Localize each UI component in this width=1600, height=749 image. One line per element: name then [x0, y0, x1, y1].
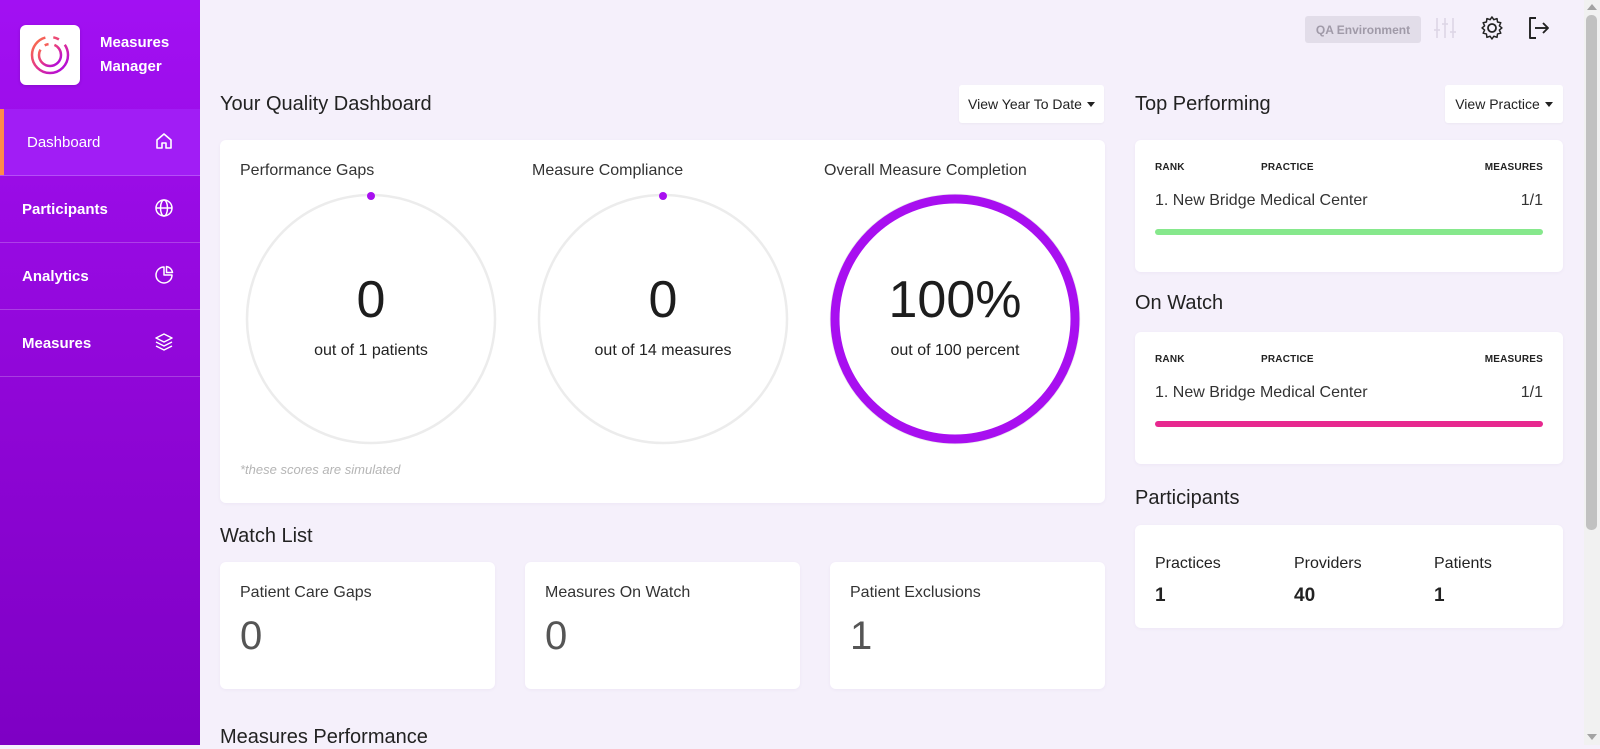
participants-card: Practices 1 Providers 40 Patients 1 [1135, 525, 1563, 628]
scroll-up-icon[interactable] [1587, 4, 1597, 10]
quality-gauges-card: Performance Gaps 0 out of 1 patients Mea… [220, 140, 1105, 503]
stat-providers: Providers 40 [1294, 555, 1362, 607]
dashboard-title: Your Quality Dashboard [220, 93, 432, 115]
sidebar-item-label: Analytics [22, 267, 89, 285]
gauge-start-dot [367, 192, 375, 200]
globe-icon [155, 199, 173, 217]
practice-name[interactable]: 1. New Bridge Medical Center [1155, 192, 1368, 210]
view-practice-dropdown[interactable]: View Practice [1445, 85, 1563, 123]
top-performing-title: Top Performing [1135, 93, 1271, 115]
column-header-measures: MEASURES [1484, 162, 1543, 173]
simulated-note: *these scores are simulated [240, 462, 401, 477]
app-title: Measures Manager [100, 31, 195, 79]
caret-down-icon [1086, 101, 1095, 107]
overall-completion-gauge: 100% out of 100 percent [828, 192, 1082, 446]
gauge-subtitle: out of 14 measures [594, 342, 732, 359]
gear-icon[interactable] [1479, 15, 1505, 41]
gauge-value: 0 [356, 271, 386, 329]
gauge-title: Measure Compliance [532, 162, 684, 179]
measures-on-watch-card[interactable]: Measures On Watch 0 [525, 562, 800, 689]
caret-down-icon [1544, 101, 1553, 107]
column-header-practice: PRACTICE [1261, 162, 1314, 173]
column-header-practice: PRACTICE [1261, 354, 1314, 365]
watch-list-title: Watch List [220, 525, 313, 547]
scrollbar-thumb[interactable] [1586, 15, 1597, 530]
top-performing-card: RANK PRACTICE MEASURES 1. New Bridge Med… [1135, 140, 1563, 272]
view-range-label: View Year To Date [968, 96, 1082, 112]
view-practice-label: View Practice [1455, 96, 1540, 112]
gauge-subtitle: out of 100 percent [890, 342, 1020, 359]
watch-card-label: Patient Care Gaps [240, 584, 372, 601]
sidebar-item-participants[interactable]: Participants [0, 176, 200, 243]
sidebar-item-measures[interactable]: Measures [0, 310, 200, 377]
gauge-subtitle: out of 1 patients [314, 342, 428, 359]
watch-card-label: Patient Exclusions [850, 584, 981, 601]
stat-value: 1 [1434, 585, 1445, 606]
home-icon [156, 133, 172, 149]
practice-name[interactable]: 1. New Bridge Medical Center [1155, 384, 1368, 402]
stat-label: Practices [1155, 555, 1221, 572]
logo-icon [30, 35, 70, 75]
performance-bar [1155, 229, 1543, 235]
patient-exclusions-card[interactable]: Patient Exclusions 1 [830, 562, 1105, 689]
measures-performance-title: Measures Performance [220, 726, 428, 748]
measure-compliance-gauge: 0 out of 14 measures [536, 192, 790, 446]
gauge-value: 100% [888, 271, 1022, 329]
watch-card-value: 0 [240, 614, 263, 658]
app-title-line2: Manager [100, 58, 162, 75]
layers-icon [155, 333, 173, 351]
watch-card-value: 0 [545, 614, 568, 658]
gauge-value: 0 [648, 271, 678, 329]
performance-gaps-gauge: 0 out of 1 patients [244, 192, 498, 446]
watch-card-label: Measures On Watch [545, 584, 691, 601]
watch-bar [1155, 421, 1543, 427]
sidebar-item-dashboard[interactable]: Dashboard [0, 109, 200, 176]
measures-ratio: 1/1 [1520, 384, 1543, 401]
watch-card-value: 1 [850, 614, 873, 658]
on-watch-card: RANK PRACTICE MEASURES 1. New Bridge Med… [1135, 332, 1563, 464]
view-range-dropdown[interactable]: View Year To Date [959, 85, 1104, 123]
stat-value: 40 [1294, 585, 1316, 606]
gauge-title: Performance Gaps [240, 162, 375, 179]
sidebar: Measures Manager Dashboard Participants … [0, 0, 200, 745]
environment-badge: QA Environment [1305, 16, 1421, 43]
on-watch-title: On Watch [1135, 292, 1224, 314]
scroll-down-icon[interactable] [1587, 734, 1597, 740]
measures-ratio: 1/1 [1520, 192, 1543, 209]
stat-label: Providers [1294, 555, 1362, 572]
participants-title: Participants [1135, 487, 1240, 509]
gauge-start-dot [659, 192, 667, 200]
stat-label: Patients [1434, 555, 1492, 572]
column-header-rank: RANK [1155, 162, 1185, 173]
stat-patients: Patients 1 [1434, 555, 1492, 607]
logout-icon[interactable] [1526, 15, 1552, 41]
sidebar-nav: Dashboard Participants Analytics Measure… [0, 109, 200, 377]
sidebar-item-label: Measures [22, 334, 92, 352]
app-title-line1: Measures [100, 34, 170, 51]
stat-practices: Practices 1 [1155, 555, 1221, 607]
app-logo[interactable] [20, 25, 80, 85]
sidebar-item-label: Participants [22, 200, 108, 218]
sidebar-item-label: Dashboard [27, 133, 101, 151]
pie-chart-icon [155, 265, 174, 284]
patient-care-gaps-card[interactable]: Patient Care Gaps 0 [220, 562, 495, 689]
column-header-measures: MEASURES [1484, 354, 1543, 365]
brand: Measures Manager [0, 0, 200, 109]
sliders-icon[interactable] [1432, 15, 1458, 41]
sidebar-item-analytics[interactable]: Analytics [0, 243, 200, 310]
stat-value: 1 [1155, 585, 1166, 606]
gauge-title: Overall Measure Completion [824, 162, 1027, 179]
column-header-rank: RANK [1155, 354, 1185, 365]
